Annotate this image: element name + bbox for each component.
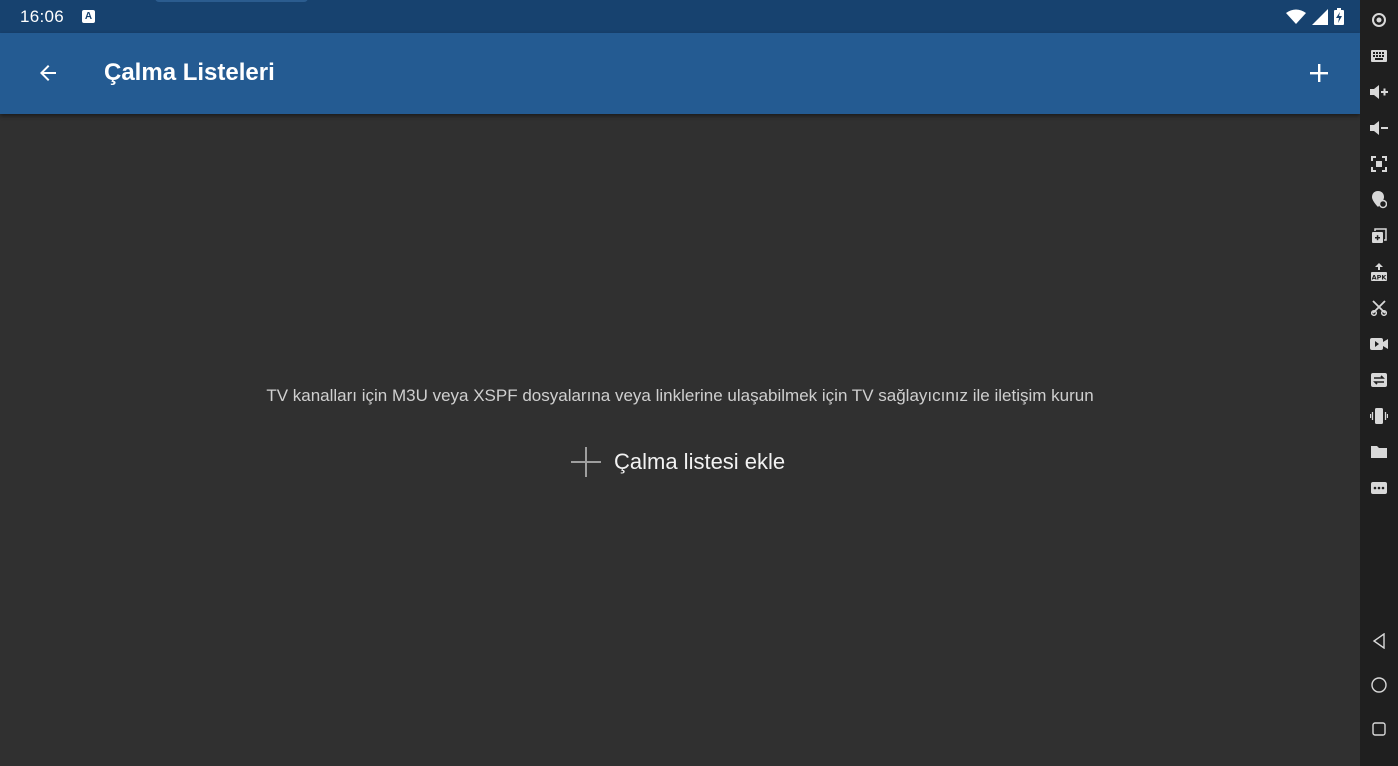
screenshot-tool[interactable]	[1369, 154, 1389, 174]
page-title: Çalma Listeleri	[104, 59, 275, 86]
wifi-icon	[1286, 9, 1306, 24]
cut-icon	[1371, 300, 1387, 316]
signal-icon	[1312, 8, 1328, 25]
data-toggle-icon	[1371, 373, 1387, 387]
notification-icon: A	[82, 10, 95, 23]
status-icons	[1286, 8, 1344, 25]
screen-record-tool[interactable]	[1369, 334, 1389, 354]
add-playlist-toolbar-button[interactable]	[1299, 53, 1339, 93]
battery-charging-icon	[1334, 8, 1344, 25]
shake-tool[interactable]	[1369, 406, 1389, 426]
more-tool[interactable]	[1369, 478, 1389, 498]
apk-install-icon: APK	[1371, 263, 1388, 282]
plus-icon	[1310, 64, 1328, 82]
plus-icon	[571, 447, 601, 477]
home-circle-icon	[1371, 677, 1387, 693]
device-screen: 16:06 A Çalma Listeleri TV kanalları içi…	[0, 0, 1360, 766]
add-playlist-button[interactable]: Çalma listesi ekle	[568, 442, 785, 482]
volume-down-tool[interactable]	[1369, 118, 1389, 138]
svg-text:APK: APK	[1372, 274, 1388, 282]
more-icon	[1371, 482, 1387, 494]
volume-up-icon	[1370, 85, 1388, 99]
keyboard-tool[interactable]	[1369, 46, 1389, 66]
rotate-tool[interactable]	[1369, 226, 1389, 246]
add-playlist-label: Çalma listesi ekle	[614, 449, 786, 474]
power-tool[interactable]	[1369, 10, 1389, 30]
screen-record-icon	[1370, 338, 1388, 350]
status-bar: 16:06 A	[0, 0, 1360, 33]
power-icon	[1372, 13, 1386, 27]
app-bar: Çalma Listeleri	[0, 33, 1360, 114]
camera-notch	[155, 0, 308, 2]
screenshot-icon	[1371, 156, 1387, 172]
volume-up-tool[interactable]	[1369, 82, 1389, 102]
status-time: 16:06	[20, 7, 65, 26]
rotate-icon	[1372, 228, 1387, 243]
keyboard-icon	[1371, 50, 1387, 62]
apk-install-tool[interactable]: APK	[1369, 262, 1389, 282]
folder-tool[interactable]	[1369, 442, 1389, 462]
back-button[interactable]	[28, 53, 68, 93]
volume-down-icon	[1370, 121, 1388, 135]
empty-state-message: TV kanalları için M3U veya XSPF dosyalar…	[266, 386, 1094, 405]
shake-icon	[1370, 408, 1388, 424]
nav-back-button[interactable]	[1369, 631, 1389, 651]
location-tool[interactable]	[1369, 190, 1389, 210]
cut-tool[interactable]	[1369, 298, 1389, 318]
back-triangle-icon	[1372, 633, 1385, 649]
data-toggle-tool[interactable]	[1369, 370, 1389, 390]
emulator-toolbar: APK	[1360, 0, 1398, 766]
nav-recents-button[interactable]	[1369, 719, 1389, 739]
nav-home-button[interactable]	[1369, 675, 1389, 695]
arrow-back-icon	[40, 65, 56, 81]
recents-square-icon	[1372, 722, 1386, 736]
folder-icon	[1371, 446, 1387, 458]
location-icon	[1372, 191, 1387, 209]
